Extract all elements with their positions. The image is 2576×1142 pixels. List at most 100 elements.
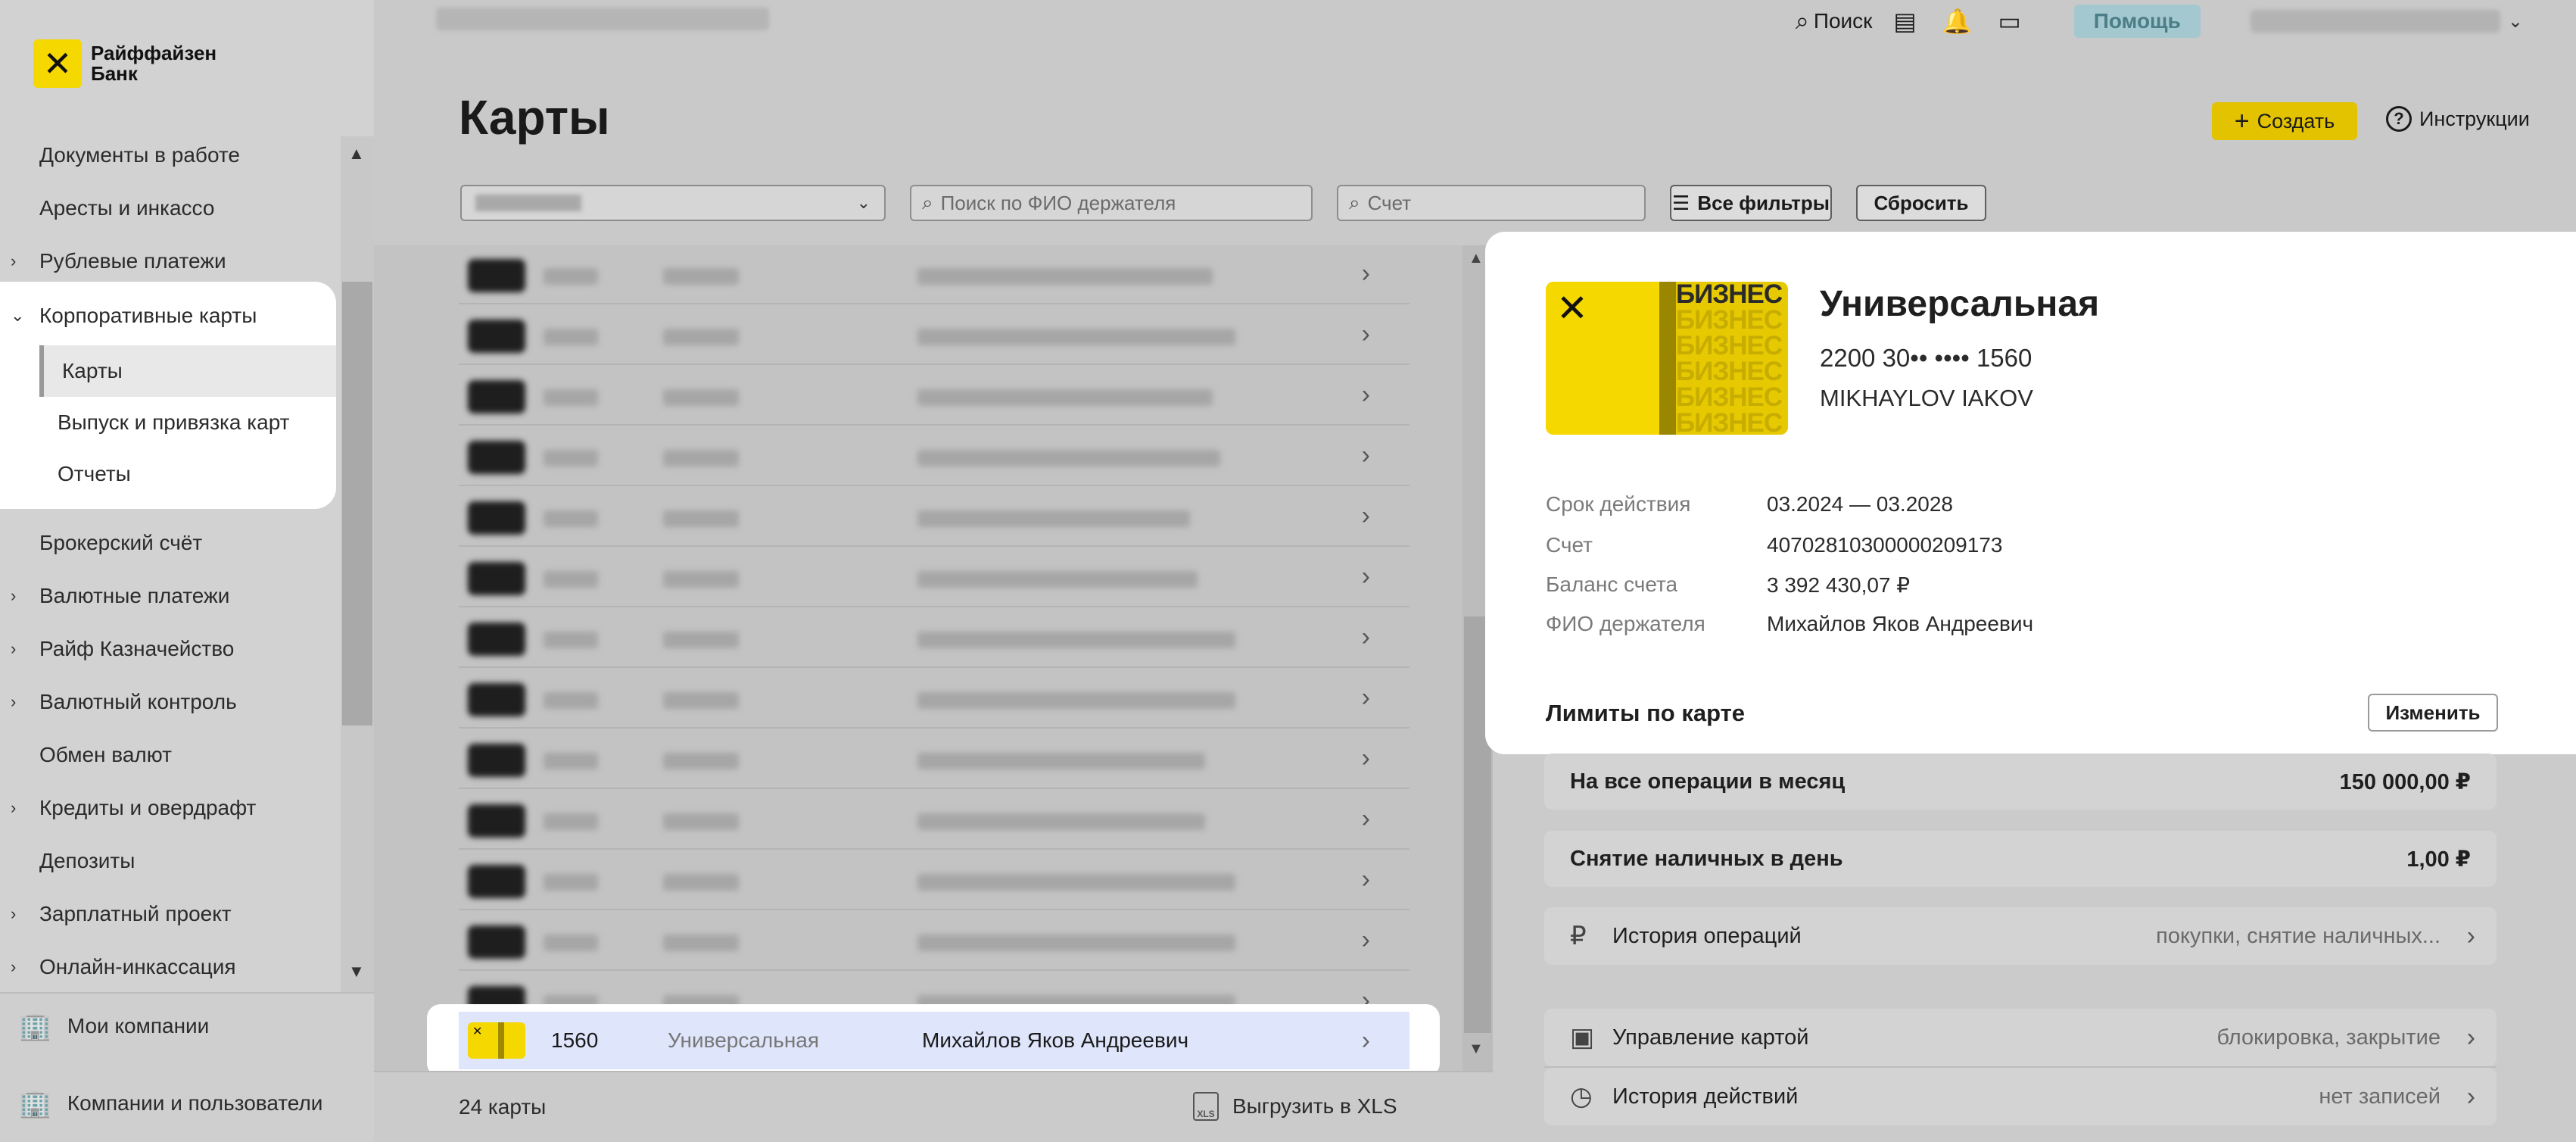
chevron-right-icon: › [11,692,17,711]
chevron-right-icon: › [2466,1081,2475,1111]
card-thumbnail-blurred [468,925,525,959]
plus-icon: + [2234,106,2250,136]
card-thumbnail-blurred [468,865,525,898]
chevron-right-icon: › [1361,865,1370,894]
sidebar: ✕ Райффайзен Банк Документы в работе Аре… [0,0,374,1142]
top-bar: ⌕ Поиск ▤ 🔔 ▭ Помощь ⌄ [374,0,2576,45]
cards-count: 24 карты [459,1095,547,1119]
nav-item-deposits[interactable]: Депозиты [0,835,341,888]
limit-row-monthly: На все операции в месяц 150 000,00 ₽ [1544,754,2497,810]
search-icon: ⌕ [1349,191,1360,214]
limit-value: 1,00 ₽ [2406,847,2471,872]
scroll-up-arrow-icon[interactable]: ▲ [1469,250,1484,267]
company-filter-select[interactable]: ⌄ [460,185,886,221]
card-thumbnail-blurred [468,562,525,595]
nav-item-credits[interactable]: › Кредиты и овердрафт [0,782,341,835]
table-row[interactable]: › [459,245,1409,304]
card-thumbnail-blurred [468,622,525,656]
nav-item-corporate-cards[interactable]: ⌄ Корпоративные карты [0,289,336,342]
devices-button[interactable]: ▭ [1998,7,2026,36]
companies-users-link[interactable]: 🏢 Компании и пользователи [18,1087,322,1119]
card-thumbnail-blurred [468,380,525,413]
instructions-button[interactable]: ? Инструкции [2386,106,2530,132]
table-row[interactable]: › [459,669,1409,729]
search-button[interactable]: ⌕ Поиск [1796,7,1873,36]
table-row[interactable]: › [459,912,1409,971]
limit-value: 150 000,00 ₽ [2339,769,2471,794]
nav-menu: Документы в работе Аресты и инкассо › Ру… [0,129,341,288]
nav-item-arrests[interactable]: Аресты и инкассо [0,182,341,235]
raiffeisen-logo-icon: ✕ [472,1025,483,1038]
card-management-link[interactable]: ▣ Управление картой блокировка, закрытие… [1544,1009,2497,1066]
cards-list: › › › › › › › › › › › › › [374,245,1494,1071]
change-limits-button[interactable]: Изменить [2368,694,2498,732]
user-name-blurred[interactable] [2250,10,2500,33]
table-row[interactable]: › [459,427,1409,486]
nav-item-ruble-payments[interactable]: › Рублевые платежи [0,235,341,288]
scroll-up-arrow-icon[interactable]: ▲ [348,144,365,164]
table-row[interactable]: › [459,367,1409,426]
nav-subitem-reports[interactable]: Отчеты [39,448,336,500]
list-footer: 24 карты XLS Выгрузить в XLS [374,1071,1494,1142]
operations-history-link[interactable]: ₽ История операций покупки, снятие налич… [1544,907,2497,965]
table-row[interactable]: › [459,851,1409,910]
table-row[interactable]: › [459,548,1409,607]
card-thumbnail-blurred [468,804,525,838]
company-name-blurred[interactable] [436,8,769,30]
question-icon: ? [2386,106,2412,132]
card-holder: Михайлов Яков Андреевич [922,1028,1189,1052]
create-button[interactable]: + Создать [2212,102,2357,140]
nav-item-exchange[interactable]: Обмен валют [0,729,341,782]
filter-value-blurred [475,195,581,211]
scroll-down-arrow-icon[interactable]: ▼ [1469,1041,1484,1058]
nav-item-collection[interactable]: › Онлайн-инкассация [0,941,341,994]
notifications-button[interactable]: 🔔 [1942,7,1977,36]
logo-line-1: Райффайзен [91,42,217,64]
chevron-right-icon: › [11,904,17,923]
help-button[interactable]: Помощь [2073,5,2201,38]
table-row[interactable]: › [459,488,1409,547]
export-xls-button[interactable]: XLS Выгрузить в XLS [1193,1092,1397,1121]
buildings-icon: 🏢 [18,1087,52,1119]
table-row[interactable]: › [459,306,1409,365]
account-value: 40702810300000209173 [1767,533,2003,557]
holder-search-input[interactable]: ⌕ Поиск по ФИО держателя [910,185,1313,221]
nav-item-salary[interactable]: › Зарплатный проект [0,888,341,941]
nav-item-brokerage[interactable]: Брокерский счёт [0,516,341,569]
table-row[interactable]: › [459,730,1409,789]
table-row[interactable]: › [459,609,1409,668]
holder-value: Михайлов Яков Андреевич [1767,612,2034,635]
top-actions: ⌕ Поиск ▤ 🔔 ▭ Помощь ⌄ [1774,0,2523,42]
chevron-right-icon: › [1361,744,1370,772]
page-title: Карты [459,90,610,145]
nav-subitem-cards[interactable]: Карты [39,345,336,397]
nav-item-documents[interactable]: Документы в работе [0,129,341,182]
scroll-down-arrow-icon[interactable]: ▼ [348,962,365,981]
nav-item-currency-payments[interactable]: › Валютные платежи [0,569,341,622]
table-row[interactable]: › [459,791,1409,850]
chevron-right-icon: › [2466,921,2475,950]
table-row-selected[interactable]: ✕ 1560 Универсальная Михайлов Яков Андре… [459,1012,1409,1069]
chevron-down-icon[interactable]: ⌄ [2508,11,2523,33]
my-companies-link[interactable]: 🏢 Мои компании [18,1010,209,1042]
chevron-down-icon: ⌄ [11,306,25,325]
limit-row-cash: Снятие наличных в день 1,00 ₽ [1544,831,2497,887]
account-search-input[interactable]: ⌕ Счет [1337,185,1646,221]
selected-row-highlight: ✕ 1560 Универсальная Михайлов Яков Андре… [427,1004,1440,1077]
nav-item-currency-control[interactable]: › Валютный контроль [0,676,341,729]
business-card-pattern: БИЗНЕС БИЗНЕС БИЗНЕС БИЗНЕС БИЗНЕС БИЗНЕ… [1676,282,1788,435]
card-thumbnail: ✕ [468,1022,525,1059]
all-filters-button[interactable]: ☰ Все фильтры [1670,185,1832,221]
sidebar-scrollbar-thumb[interactable] [342,282,372,725]
bell-icon: 🔔 [1942,8,1973,35]
raiffeisen-logo-icon: ✕ [33,39,82,88]
card-thumbnail-blurred [468,320,525,353]
card-thumbnail-blurred [468,683,525,716]
nav-subitem-issue-cards[interactable]: Выпуск и привязка карт [39,397,336,448]
actions-history-link[interactable]: ◷ История действий нет записей › [1544,1068,2497,1125]
bank-logo[interactable]: ✕ Райффайзен Банк [33,39,216,88]
reset-button[interactable]: Сбросить [1856,185,1986,221]
account-label: Счет [1546,533,1593,557]
messages-button[interactable]: ▤ [1893,7,1920,36]
nav-item-treasury[interactable]: › Райф Казначейство [0,622,341,676]
